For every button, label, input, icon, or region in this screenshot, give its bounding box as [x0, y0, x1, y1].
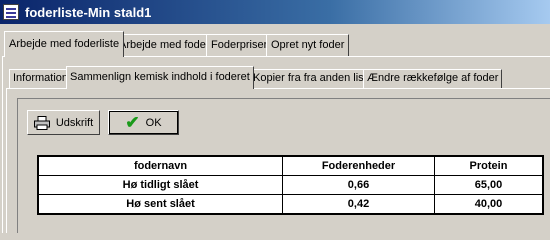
column-header-fodernavn: fodernavn: [37, 155, 284, 176]
ok-button-label: OK: [145, 116, 162, 129]
ok-button[interactable]: ✔ OK: [108, 110, 179, 135]
table-row[interactable]: Hø tidligt slået 0,66 65,00: [37, 175, 544, 195]
column-header-protein: Protein: [433, 155, 544, 176]
subtab-label: Sammenlign kemisk indhold i foderet: [70, 71, 250, 83]
checkmark-icon: ✔: [125, 113, 140, 132]
tab-label: Opret nyt foder: [271, 39, 345, 51]
subtab-sammenlign[interactable]: Sammenlign kemisk indhold i foderet: [66, 66, 254, 89]
title-bar: foderliste-Min stald1: [0, 0, 550, 24]
subtab-label: Information: [13, 72, 69, 84]
subtab-kopier[interactable]: Kopier fra fra anden liste: [249, 69, 377, 88]
subtab-label: Ændre rækkefølge af foder: [367, 72, 499, 84]
column-header-foderenheder: Foderenheder: [282, 155, 435, 176]
print-button[interactable]: Udskrift: [27, 110, 100, 135]
feed-comparison-table: fodernavn Foderenheder Protein Hø tidlig…: [37, 155, 544, 215]
cell-fodernavn: Hø tidligt slået: [37, 175, 284, 195]
cell-foderenheder: 0,42: [282, 194, 435, 215]
subtab-information[interactable]: Information: [9, 69, 73, 88]
tab-label: Arbejde med foderliste: [9, 38, 120, 50]
print-button-label: Udskrift: [55, 116, 94, 129]
tab-foderpriser[interactable]: Foderpriser: [206, 34, 273, 56]
subtab-label: Kopier fra fra anden liste: [253, 72, 373, 84]
table-row[interactable]: Hø sent slået 0,42 40,00: [37, 194, 544, 215]
cell-protein: 40,00: [433, 194, 544, 215]
tab-label: Foderpriser: [211, 39, 268, 51]
cell-protein: 65,00: [433, 175, 544, 195]
tab-arbejde-med-foder[interactable]: Arbejde med foder: [114, 34, 215, 56]
subtab-aendre-raekkefoelge[interactable]: Ændre rækkefølge af foder: [363, 69, 503, 88]
cell-foderenheder: 0,66: [282, 175, 435, 195]
cell-fodernavn: Hø sent slået: [37, 194, 284, 215]
tab-label: Arbejde med foder: [119, 39, 210, 51]
window-title: foderliste-Min stald1: [25, 4, 152, 20]
table-header-row: fodernavn Foderenheder Protein: [37, 155, 544, 176]
printer-icon: [33, 115, 50, 130]
tab-arbejde-med-foderliste[interactable]: Arbejde med foderliste: [4, 31, 125, 57]
tab-opret-nyt-foder[interactable]: Opret nyt foder: [266, 34, 350, 56]
app-list-icon[interactable]: [3, 4, 19, 20]
